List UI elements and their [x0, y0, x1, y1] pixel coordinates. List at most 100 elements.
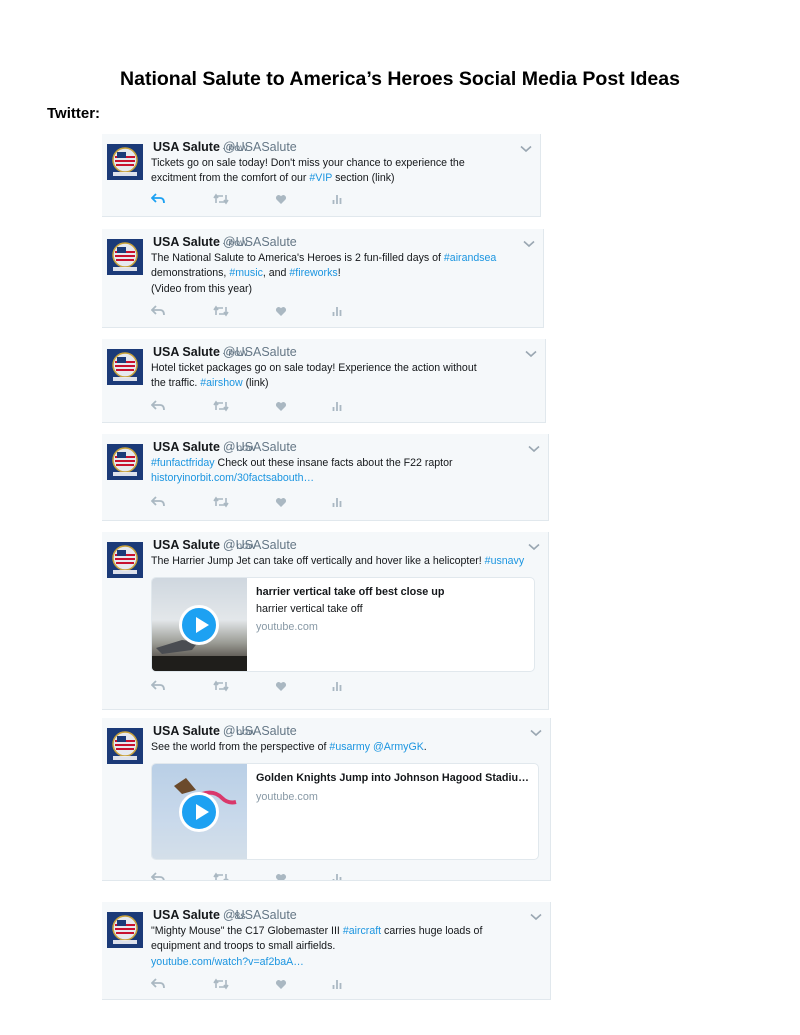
hashtag-link[interactable]: #music — [229, 267, 263, 279]
avatar[interactable] — [107, 542, 143, 578]
analytics-icon[interactable] — [332, 871, 350, 880]
chevron-down-icon[interactable] — [530, 908, 542, 921]
reply-icon[interactable] — [150, 495, 169, 509]
tweet-text-segment: The National Salute to America's Heroes … — [151, 252, 444, 264]
play-icon[interactable] — [179, 604, 219, 645]
tweet-card[interactable]: USA Salute @USASalute · now The National Sa… — [102, 229, 544, 328]
like-icon[interactable] — [275, 192, 293, 206]
reply-icon[interactable] — [150, 304, 169, 318]
account-name[interactable]: USA Salute — [153, 235, 220, 249]
tweet-card[interactable]: USA Salute @USASalute · now See the world f… — [102, 718, 551, 881]
retweet-icon[interactable] — [213, 977, 231, 991]
tweet-text-segment: . — [423, 741, 427, 753]
retweet-icon[interactable] — [213, 192, 231, 206]
account-name[interactable]: USA Salute — [153, 908, 220, 922]
like-icon[interactable] — [275, 977, 293, 991]
avatar[interactable] — [107, 728, 143, 764]
retweet-icon[interactable] — [213, 495, 231, 509]
card-domain: youtube.com — [256, 791, 318, 803]
account-name[interactable]: USA Salute — [153, 440, 220, 454]
tweet-text-segment: the traffic. — [151, 377, 201, 390]
media-card[interactable]: harrier vertical take off best close up h… — [151, 577, 535, 672]
mention-link[interactable]: @ArmyGK — [373, 741, 424, 753]
like-icon[interactable] — [275, 399, 293, 413]
avatar[interactable] — [107, 239, 143, 275]
tweet-text-segment: "Mighty Mouse" the C17 Globemaster III — [151, 925, 343, 937]
analytics-icon[interactable] — [332, 304, 350, 318]
like-icon[interactable] — [275, 679, 293, 693]
video-thumbnail[interactable] — [152, 578, 247, 671]
reply-icon[interactable] — [150, 871, 169, 880]
analytics-icon[interactable] — [332, 977, 350, 991]
tweet-header: USA Salute @USASalute — [153, 440, 297, 454]
avatar[interactable] — [107, 144, 143, 180]
card-title[interactable]: harrier vertical take off best close up — [256, 586, 444, 598]
tweet-header: USA Salute @USASalute — [153, 724, 297, 738]
tweet-card[interactable]: USA Salute @USASalute · now The Harrier Jum… — [102, 532, 549, 710]
tweet-timestamp[interactable]: · now — [222, 347, 248, 359]
video-thumbnail[interactable] — [152, 764, 247, 859]
tweet-text: The Harrier Jump Jet can take off vertic… — [151, 554, 524, 569]
reply-icon[interactable] — [150, 192, 169, 206]
chevron-down-icon[interactable] — [528, 440, 540, 453]
avatar[interactable] — [107, 912, 143, 948]
tweet-text-segment: (link) — [242, 377, 269, 390]
account-name[interactable]: USA Salute — [153, 538, 220, 552]
tweet-text-segment: Check out these insane facts about the F… — [214, 457, 453, 469]
account-name[interactable]: USA Salute — [153, 724, 220, 738]
hashtag-link[interactable]: #airandsea — [444, 252, 496, 264]
analytics-icon[interactable] — [332, 399, 350, 413]
reply-icon[interactable] — [150, 399, 169, 413]
hashtag-link[interactable]: #fireworks — [289, 267, 337, 279]
tweet-card[interactable]: USA Salute @USASalute · now #funfactfriday … — [102, 434, 549, 521]
hashtag-link[interactable]: #VIP — [309, 172, 332, 184]
analytics-icon[interactable] — [332, 679, 350, 693]
tweet-timestamp[interactable]: · now — [230, 442, 256, 454]
hashtag-link[interactable]: #usnavy — [485, 555, 524, 567]
reply-icon[interactable] — [150, 679, 169, 693]
tweet-card[interactable]: USA Salute @USASalute · now Tickets go on s… — [102, 134, 541, 217]
play-icon[interactable] — [179, 791, 219, 832]
account-name[interactable]: USA Salute — [153, 140, 220, 154]
chevron-down-icon[interactable] — [530, 724, 542, 737]
tweet-text: Hotel ticket packages go on sale today! … — [151, 361, 477, 392]
card-description: harrier vertical take off — [256, 603, 363, 615]
tweet-text: Tickets go on sale today! Don't miss you… — [151, 156, 465, 187]
tweet-timestamp[interactable]: · now — [222, 142, 248, 154]
hashtag-link[interactable]: #airshow — [200, 377, 242, 389]
tweet-header: USA Salute @USASalute — [153, 908, 297, 922]
card-title[interactable]: Golden Knights Jump into Johnson Hagood … — [256, 772, 529, 784]
like-icon[interactable] — [275, 304, 293, 318]
reply-icon[interactable] — [150, 977, 169, 991]
retweet-icon[interactable] — [213, 871, 231, 880]
tweet-timestamp[interactable]: · now — [230, 540, 256, 552]
chevron-down-icon[interactable] — [525, 345, 537, 358]
like-icon[interactable] — [275, 495, 293, 509]
tweet-timestamp[interactable]: · now — [222, 237, 248, 249]
avatar[interactable] — [107, 444, 143, 480]
media-card[interactable]: Golden Knights Jump into Johnson Hagood … — [151, 763, 539, 860]
chevron-down-icon[interactable] — [523, 235, 535, 248]
hashtag-link[interactable]: #funfactfriday — [151, 457, 215, 469]
tweet-card[interactable]: USA Salute @USASalute · now Hotel ticket pa… — [102, 339, 546, 423]
hashtag-link[interactable]: #usarmy — [329, 741, 370, 753]
tweet-text-segment: section (link) — [332, 172, 395, 185]
tweet-timestamp[interactable]: · now — [230, 726, 256, 738]
retweet-icon[interactable] — [213, 679, 231, 693]
tweet-text-segment: Tickets go on sale today! Don't miss you… — [151, 157, 465, 169]
tweet-timestamp[interactable]: · 8s — [228, 910, 246, 922]
avatar[interactable] — [107, 349, 143, 385]
like-icon[interactable] — [275, 871, 293, 880]
retweet-icon[interactable] — [213, 399, 231, 413]
hashtag-link[interactable]: #aircraft — [343, 925, 381, 937]
url-link[interactable]: youtube.com/watch?v=af2baA… — [151, 956, 304, 968]
tweet-card[interactable]: USA Salute @USASalute · 8s "Mighty Mouse" t… — [102, 902, 551, 1000]
analytics-icon[interactable] — [332, 192, 350, 206]
retweet-icon[interactable] — [213, 304, 231, 318]
chevron-down-icon[interactable] — [528, 538, 540, 551]
analytics-icon[interactable] — [332, 495, 350, 509]
tweet-text-segment: excitment from the comfort of our — [151, 172, 310, 185]
url-link[interactable]: historyinorbit.com/30factsabouth… — [151, 472, 314, 484]
account-name[interactable]: USA Salute — [153, 345, 220, 359]
chevron-down-icon[interactable] — [520, 140, 532, 153]
